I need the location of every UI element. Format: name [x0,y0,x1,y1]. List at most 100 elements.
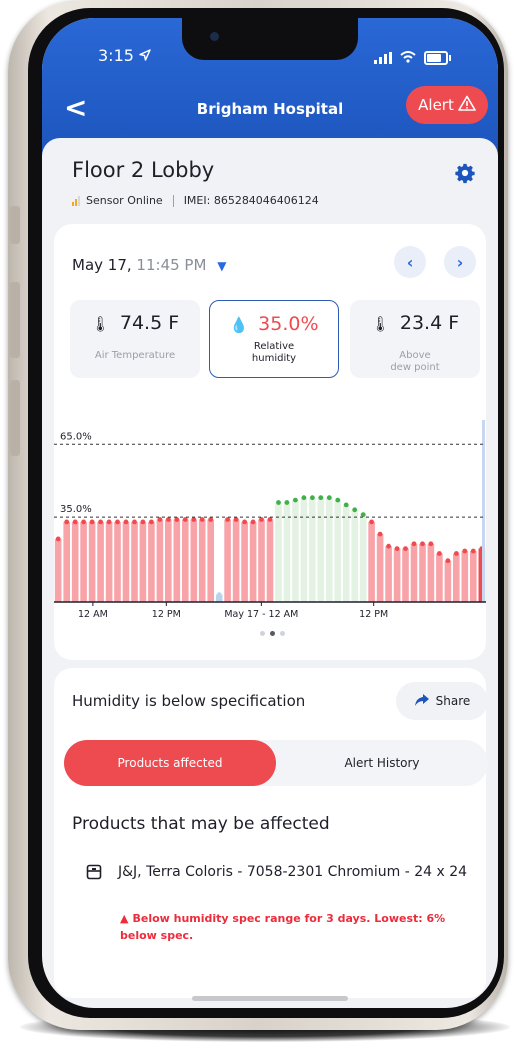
chart-point [166,517,171,522]
clock-text: 3:15 [98,46,134,65]
chart-point [352,507,358,513]
metric-label: Air Temperature [94,350,176,361]
chart-point [191,517,197,522]
phone-frame: 3:15 < Brigham Hospital Alert Floor 2 Lo… [8,0,508,1030]
chart-bar [461,551,469,602]
chart-point [132,519,137,525]
chart-bar [54,538,62,602]
chart-point [225,517,231,522]
chart-point [242,519,248,525]
chart-bar [63,521,70,602]
warning-triangle-icon [458,95,476,115]
chart-bar [309,497,316,602]
selected-time-marker [482,420,485,602]
gear-icon[interactable] [454,162,476,184]
chart-point [284,500,290,505]
chart-point [106,519,112,525]
battery-icon [424,50,451,65]
signal-strength-icon [72,195,80,206]
chart-point [428,541,434,547]
chart-point [216,592,222,598]
chart-point [233,517,239,522]
chart-bar [258,519,265,602]
chart-point [157,517,163,522]
chart-bar [351,509,358,602]
next-button[interactable]: › [444,246,476,278]
chart-bar [402,548,409,602]
x-tick-label: 12 PM [359,609,388,620]
chart-bar [165,519,172,602]
chart-bar [249,521,257,602]
chart-point [470,548,476,554]
chart-point [149,519,154,525]
humidity-chart[interactable]: 65.0% 35.0% 12 AM 12 PM May 17 - 12 AM 12 PM [54,390,486,622]
chart-point [369,519,374,525]
date-selector[interactable]: May 17, 11:45 PM ▼ [72,256,226,274]
chart-bar [342,504,350,602]
chart-point [386,543,391,549]
chart-bar [470,551,477,602]
sensor-info: Sensor Online IMEI: 865284046406124 [72,194,319,207]
metric-dew-point[interactable]: 🌡 23.4 F Above dew point [350,300,480,378]
previous-button[interactable]: ‹ [394,246,426,278]
reference-line-label: 65.0% [60,431,92,442]
chart-bar [224,519,231,602]
date-text: May 17, [72,256,132,274]
chart-bar [71,521,79,602]
volume-up-button [10,282,20,358]
sensor-status: Sensor Online [86,194,163,207]
home-indicator [192,996,348,1001]
pager-dot [260,631,265,636]
metric-air-temperature[interactable]: 🌡 74.5 F Air Temperature [70,300,200,378]
metric-relative-humidity[interactable]: 💧 35.0% Relative humidity [209,300,339,378]
chart-bar [419,543,426,602]
chart-point [250,519,256,525]
package-icon [86,864,102,880]
chart-bar [385,546,392,602]
chart-bar [173,519,181,602]
status-bar-time: 3:15 [98,46,151,65]
chart-point [462,548,468,554]
chart-point [437,551,442,556]
warning-triangle-icon: ▲ [120,912,129,925]
wifi-icon [400,48,416,67]
chart-point [115,519,120,525]
chart-point [199,517,205,522]
chart-bar [326,497,333,602]
alert-button[interactable]: Alert [406,86,488,124]
chart-bar [156,519,164,602]
product-name: J&J, Terra Coloris - 7058-2301 Chromium … [118,864,468,880]
chart-bar [453,553,460,602]
share-button[interactable]: Share [396,682,488,720]
chart-point [72,519,78,525]
chart-bar [334,500,342,602]
tab-products-affected[interactable]: Products affected [64,740,276,786]
chart-bar [410,543,418,602]
chart-bar [232,519,240,602]
status-icons [374,48,451,67]
chart-point [140,519,146,525]
chart-point [454,551,459,556]
chart-point [360,512,366,517]
thermometer-icon: 🌡 [370,315,390,333]
app-screen: 3:15 < Brigham Hospital Alert Floor 2 Lo… [42,18,498,1008]
chart-point [445,558,451,564]
mute-switch [10,206,20,244]
chart-pager[interactable] [260,631,285,636]
notch [182,18,358,60]
cellular-signal-icon [374,51,392,64]
x-tick-label: 12 AM [78,609,108,620]
chart-point [174,517,180,522]
tab-alert-history[interactable]: Alert History [276,740,488,786]
location-panel [42,138,498,228]
chart-bar [131,521,138,602]
chart-point [89,519,95,525]
chart-bar [139,521,147,602]
chart-bar [317,497,325,602]
chart-bar [427,543,435,602]
alert-message: Humidity is below specification [72,692,306,710]
chart-point [259,517,264,522]
volume-down-button [10,380,20,456]
chart-bar [241,521,248,602]
pager-dot [280,631,285,636]
